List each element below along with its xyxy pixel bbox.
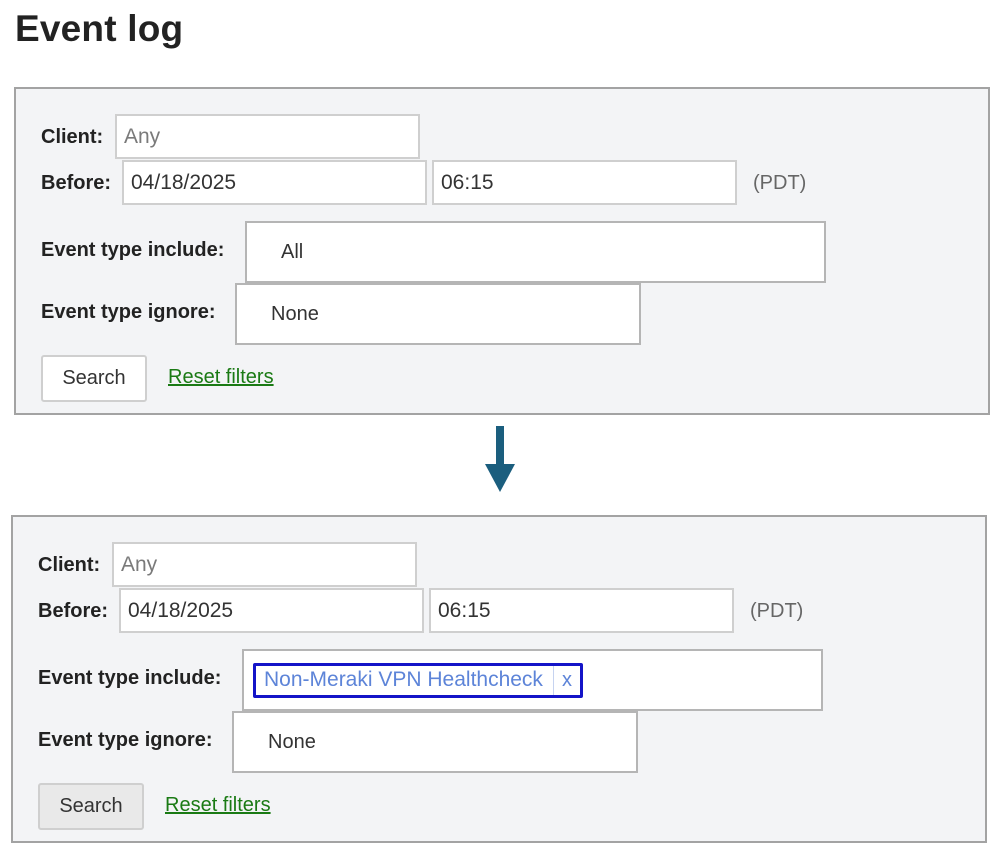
event-type-ignore-select[interactable]: None	[235, 283, 641, 345]
event-type-include-select[interactable]: Non-Meraki VPN Healthcheck x	[242, 649, 823, 711]
page-title: Event log	[15, 8, 184, 49]
time-input[interactable]: 06:15	[429, 588, 734, 633]
page: Event log Client: Any Before: 04/18/2025…	[0, 0, 999, 851]
client-label: Client:	[38, 554, 101, 576]
event-type-include-select[interactable]: All	[245, 221, 826, 283]
selected-event-tag: Non-Meraki VPN Healthcheck x	[253, 662, 583, 698]
search-button[interactable]: Search	[41, 355, 147, 402]
event-type-ignore-value: None	[268, 730, 316, 753]
filter-panel-after: Client: Any Before: 04/18/2025 06:15 (PD…	[11, 515, 987, 843]
before-label: Before:	[41, 172, 112, 194]
client-label: Client:	[41, 126, 104, 148]
client-input[interactable]: Any	[115, 114, 420, 159]
remove-tag-icon[interactable]: x	[552, 665, 580, 695]
arrow-down-icon	[485, 426, 515, 492]
date-input[interactable]: 04/18/2025	[119, 588, 424, 633]
search-button[interactable]: Search	[38, 783, 144, 830]
timezone-label: (PDT)	[753, 172, 807, 194]
client-input[interactable]: Any	[112, 542, 417, 587]
reset-filters-link[interactable]: Reset filters	[168, 366, 274, 389]
event-type-include-label: Event type include:	[41, 239, 225, 261]
filter-panel-before: Client: Any Before: 04/18/2025 06:15 (PD…	[14, 87, 990, 415]
time-input[interactable]: 06:15	[432, 160, 737, 205]
selected-event-tag-label: Non-Meraki VPN Healthcheck	[264, 668, 543, 691]
event-type-ignore-label: Event type ignore:	[41, 301, 216, 323]
event-type-ignore-select[interactable]: None	[232, 711, 638, 773]
before-label: Before:	[38, 600, 109, 622]
event-type-include-label: Event type include:	[38, 667, 222, 689]
event-type-ignore-label: Event type ignore:	[38, 729, 213, 751]
reset-filters-link[interactable]: Reset filters	[165, 794, 271, 817]
event-type-include-value: All	[281, 240, 304, 263]
date-input[interactable]: 04/18/2025	[122, 160, 427, 205]
event-type-ignore-value: None	[271, 302, 319, 325]
timezone-label: (PDT)	[750, 600, 804, 622]
